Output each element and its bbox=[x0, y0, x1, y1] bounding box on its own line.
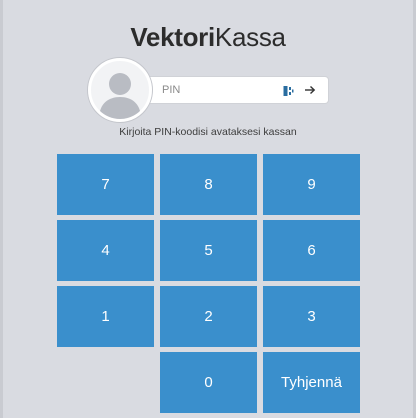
key-5[interactable]: 5 bbox=[160, 220, 257, 281]
pin-field-container[interactable] bbox=[132, 77, 328, 103]
key-0[interactable]: 0 bbox=[160, 352, 257, 413]
brand-regular: Kassa bbox=[214, 22, 286, 52]
brand-bold: Vektori bbox=[130, 22, 215, 52]
key-7[interactable]: 7 bbox=[57, 154, 154, 215]
pin-input[interactable] bbox=[162, 77, 272, 103]
key-4[interactable]: 4 bbox=[57, 220, 154, 281]
user-silhouette-icon bbox=[99, 73, 141, 119]
window-frame-left bbox=[0, 0, 3, 418]
card-reader-icon bbox=[283, 84, 295, 96]
key-8[interactable]: 8 bbox=[160, 154, 257, 215]
keypad-empty-slot bbox=[57, 352, 154, 413]
key-6[interactable]: 6 bbox=[263, 220, 360, 281]
app-logo: VektoriKassa bbox=[0, 22, 416, 53]
pin-hint: Kirjoita PIN-koodisi avataksesi kassan bbox=[119, 126, 297, 138]
key-9[interactable]: 9 bbox=[263, 154, 360, 215]
key-2[interactable]: 2 bbox=[160, 286, 257, 347]
clear-button[interactable]: Tyhjennä bbox=[263, 352, 360, 413]
key-3[interactable]: 3 bbox=[263, 286, 360, 347]
keypad: 7 8 9 4 5 6 1 2 3 0 Tyhjennä bbox=[57, 154, 366, 413]
key-1[interactable]: 1 bbox=[57, 286, 154, 347]
avatar bbox=[88, 58, 152, 122]
arrow-right-icon[interactable] bbox=[301, 81, 319, 99]
